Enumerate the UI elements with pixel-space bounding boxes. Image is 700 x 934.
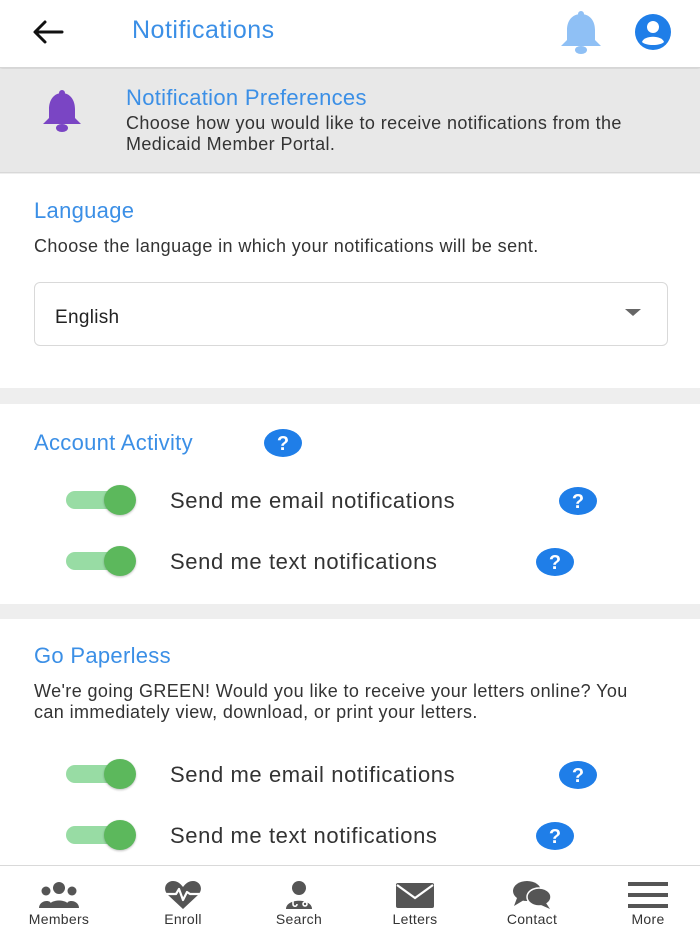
members-icon <box>39 882 79 908</box>
bottom-navigation: Members Enroll Search Letters Contact Mo… <box>0 865 700 934</box>
language-title: Language <box>34 198 135 223</box>
help-icon: ? <box>536 822 574 850</box>
chat-bubbles-icon <box>513 881 552 909</box>
go-paperless-title: Go Paperless <box>34 643 171 668</box>
preferences-description: Choose how you would like to receive not… <box>126 113 622 154</box>
nav-contact-label: Contact <box>506 911 558 927</box>
envelope-icon <box>396 883 434 908</box>
menu-icon <box>628 882 668 908</box>
svg-text:?: ? <box>549 552 561 574</box>
paperless-email-help-button[interactable]: ? <box>559 760 597 790</box>
go-paperless-description: We're going GREEN! Would you like to rec… <box>34 681 628 722</box>
toggle-knob <box>104 759 136 789</box>
heart-pulse-icon <box>165 881 201 909</box>
nav-contact[interactable]: Contact <box>474 866 590 934</box>
language-select[interactable]: English <box>34 282 668 346</box>
help-icon: ? <box>264 429 302 457</box>
paperless-email-toggle[interactable] <box>66 759 136 789</box>
help-icon: ? <box>536 548 574 576</box>
account-activity-help-button[interactable]: ? <box>264 428 302 458</box>
paperless-text-toggle[interactable] <box>66 820 136 850</box>
account-activity-title: Account Activity <box>34 430 193 455</box>
bell-icon <box>561 11 601 54</box>
nav-more-label: More <box>631 911 665 927</box>
caret-down-icon <box>625 309 641 316</box>
account-activity-section: Account Activity ? Send me email notific… <box>0 404 700 604</box>
toggle-knob <box>104 485 136 515</box>
account-email-label: Send me email notifications <box>170 488 456 513</box>
nav-enroll[interactable]: Enroll <box>125 866 241 934</box>
account-circle-icon <box>635 14 671 50</box>
account-email-toggle[interactable] <box>66 485 136 515</box>
svg-text:?: ? <box>572 765 584 787</box>
arrow-left-icon <box>33 20 64 44</box>
language-section: Language Choose the language in which yo… <box>0 174 700 388</box>
account-text-help-button[interactable]: ? <box>536 547 574 577</box>
page-title: Notifications <box>132 16 275 44</box>
doctor-icon <box>286 881 312 909</box>
paperless-email-label: Send me email notifications <box>170 762 456 787</box>
preferences-title: Notification Preferences <box>126 85 367 110</box>
account-text-label: Send me text notifications <box>170 549 438 574</box>
help-icon: ? <box>559 487 597 515</box>
app-header: Notifications <box>0 0 700 68</box>
toggle-knob <box>104 820 136 850</box>
preferences-banner: Notification Preferences Choose how you … <box>0 69 700 173</box>
paperless-text-label: Send me text notifications <box>170 823 438 848</box>
svg-text:?: ? <box>277 433 289 455</box>
svg-text:?: ? <box>549 826 561 848</box>
help-icon: ? <box>559 761 597 789</box>
paperless-text-help-button[interactable]: ? <box>536 821 574 851</box>
account-button[interactable] <box>626 12 680 52</box>
notifications-button[interactable] <box>555 10 607 56</box>
nav-enroll-label: Enroll <box>164 911 202 927</box>
nav-members-label: Members <box>28 911 90 927</box>
bell-icon <box>43 90 81 132</box>
nav-letters-label: Letters <box>392 911 438 927</box>
nav-search[interactable]: Search <box>241 866 357 934</box>
nav-members[interactable]: Members <box>1 866 117 934</box>
toggle-knob <box>104 546 136 576</box>
language-description: Choose the language in which your notifi… <box>34 236 539 256</box>
nav-letters[interactable]: Letters <box>357 866 473 934</box>
back-button[interactable] <box>28 14 68 50</box>
account-text-toggle[interactable] <box>66 546 136 576</box>
nav-more[interactable]: More <box>590 866 700 934</box>
go-paperless-section: Go Paperless We're going GREEN! Would yo… <box>0 619 700 865</box>
language-selected-value: English <box>55 307 120 328</box>
nav-search-label: Search <box>275 911 323 927</box>
svg-text:?: ? <box>572 491 584 513</box>
account-email-help-button[interactable]: ? <box>559 486 597 516</box>
